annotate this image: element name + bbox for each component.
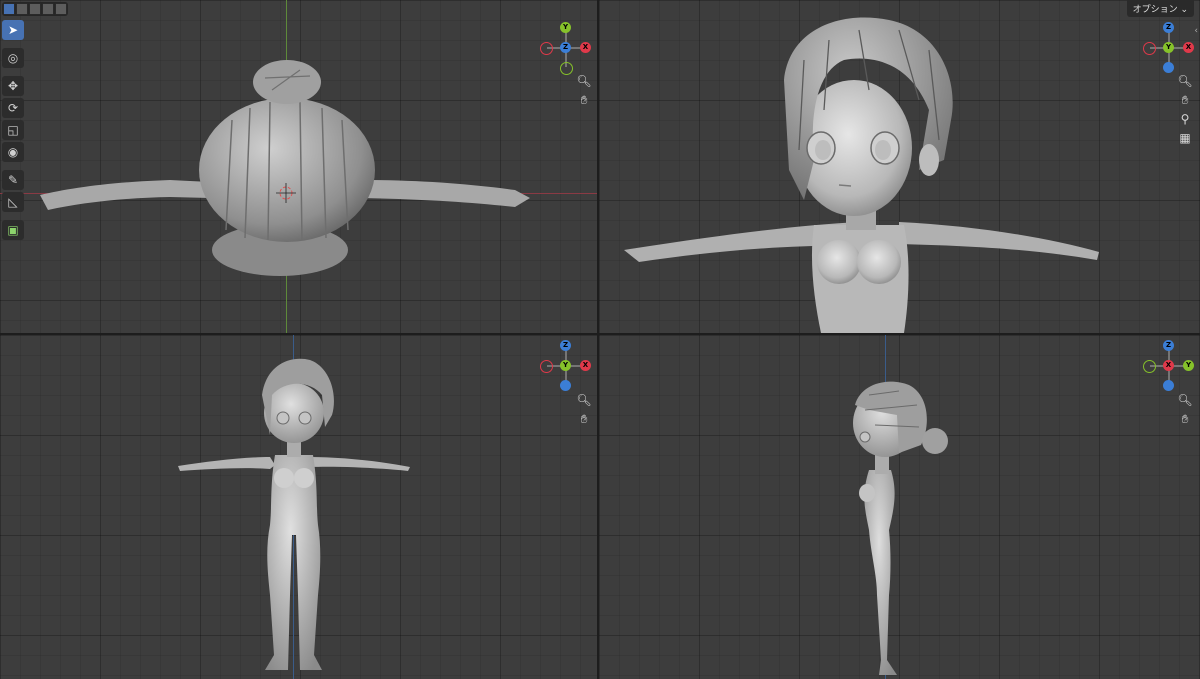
options-label: オプション	[1132, 5, 1178, 15]
select-box-icon[interactable]: ➤	[2, 20, 24, 40]
gizmo-z-axis[interactable]: Z	[1163, 22, 1174, 33]
gizmo-y-axis[interactable]: Y	[560, 22, 571, 33]
rotate-icon[interactable]: ⟳	[2, 98, 24, 118]
gizmo-x-axis[interactable]: X	[1163, 360, 1174, 371]
select-mode-intersect-icon[interactable]	[55, 3, 67, 15]
gizmo-neg-x-axis[interactable]	[1143, 42, 1156, 55]
select-mode-extend-icon[interactable]	[16, 3, 28, 15]
navigation-gizmo[interactable]: Y X Z	[540, 22, 592, 75]
gizmo-x-axis[interactable]: X	[580, 360, 591, 371]
camera-icon[interactable]: ⚲	[1176, 110, 1194, 128]
gizmo-z-axis[interactable]: Z	[560, 42, 571, 53]
transform-icon[interactable]: ◉	[2, 142, 24, 162]
options-menu[interactable]: オプション ⌄	[1126, 0, 1194, 17]
scale-icon[interactable]: ◱	[2, 120, 24, 140]
add-cube-icon[interactable]: ▣	[2, 220, 24, 240]
move-icon[interactable]: ✥	[2, 76, 24, 96]
viewport-front[interactable]: Z X Y 🔍︎ ✋︎	[0, 335, 597, 679]
gizmo-neg-x-axis[interactable]	[540, 42, 553, 55]
select-mode-subtract-icon[interactable]	[29, 3, 41, 15]
pan-hand-icon[interactable]: ✋︎	[575, 410, 593, 428]
viewport-top[interactable]: ➤ ◎ ✥ ⟳ ◱ ◉ ✎ ◺ ▣ Y X Z 🔍︎ ✋︎	[0, 0, 597, 333]
select-mode-buttons	[2, 2, 68, 16]
zoom-icon[interactable]: 🔍︎	[1176, 391, 1194, 409]
navigation-gizmo[interactable]: Z Y X	[1143, 340, 1195, 392]
select-mode-invert-icon[interactable]	[42, 3, 54, 15]
gizmo-y-axis[interactable]: Y	[1183, 360, 1194, 371]
grid-icon[interactable]: ▦	[1176, 129, 1194, 147]
gizmo-y-axis[interactable]: Y	[560, 360, 571, 371]
model-top-view	[40, 60, 530, 276]
zoom-icon[interactable]: 🔍︎	[1176, 72, 1194, 90]
viewport-closeup[interactable]: オプション ⌄ ‹ Z X Y 🔍︎ ✋︎ ⚲ ▦	[599, 0, 1200, 333]
gizmo-neg-y-axis[interactable]	[1143, 360, 1156, 373]
model-side-view	[853, 381, 948, 675]
gizmo-z-axis[interactable]: Z	[560, 340, 571, 351]
gizmo-neg-z-axis[interactable]	[1163, 380, 1174, 391]
select-mode-new-icon[interactable]	[3, 3, 15, 15]
zoom-icon[interactable]: 🔍︎	[575, 72, 593, 90]
chevron-down-icon: ⌄	[1180, 5, 1188, 15]
model-front-view	[178, 358, 410, 670]
gizmo-neg-z-axis[interactable]	[560, 380, 571, 391]
model-closeup	[624, 17, 1099, 333]
gizmo-neg-z-axis[interactable]	[1163, 62, 1174, 73]
tool-shelf: ➤ ◎ ✥ ⟳ ◱ ◉ ✎ ◺ ▣	[2, 20, 26, 240]
pan-hand-icon[interactable]: ✋︎	[575, 91, 593, 109]
zoom-icon[interactable]: 🔍︎	[575, 391, 593, 409]
pan-hand-icon[interactable]: ✋︎	[1176, 410, 1194, 428]
gizmo-neg-x-axis[interactable]	[540, 360, 553, 373]
annotate-icon[interactable]: ✎	[2, 170, 24, 190]
gizmo-y-axis[interactable]: Y	[1163, 42, 1174, 53]
gizmo-x-axis[interactable]: X	[580, 42, 591, 53]
cursor-icon[interactable]: ◎	[2, 48, 24, 68]
gizmo-neg-y-axis[interactable]	[560, 62, 573, 75]
measure-icon[interactable]: ◺	[2, 192, 24, 212]
gizmo-x-axis[interactable]: X	[1183, 42, 1194, 53]
navigation-gizmo[interactable]: Z X Y	[540, 340, 592, 392]
navigation-gizmo[interactable]: Z X Y	[1143, 22, 1195, 74]
viewport-side[interactable]: Z Y X 🔍︎ ✋︎	[599, 335, 1200, 679]
pan-hand-icon[interactable]: ✋︎	[1176, 91, 1194, 109]
gizmo-z-axis[interactable]: Z	[1163, 340, 1174, 351]
